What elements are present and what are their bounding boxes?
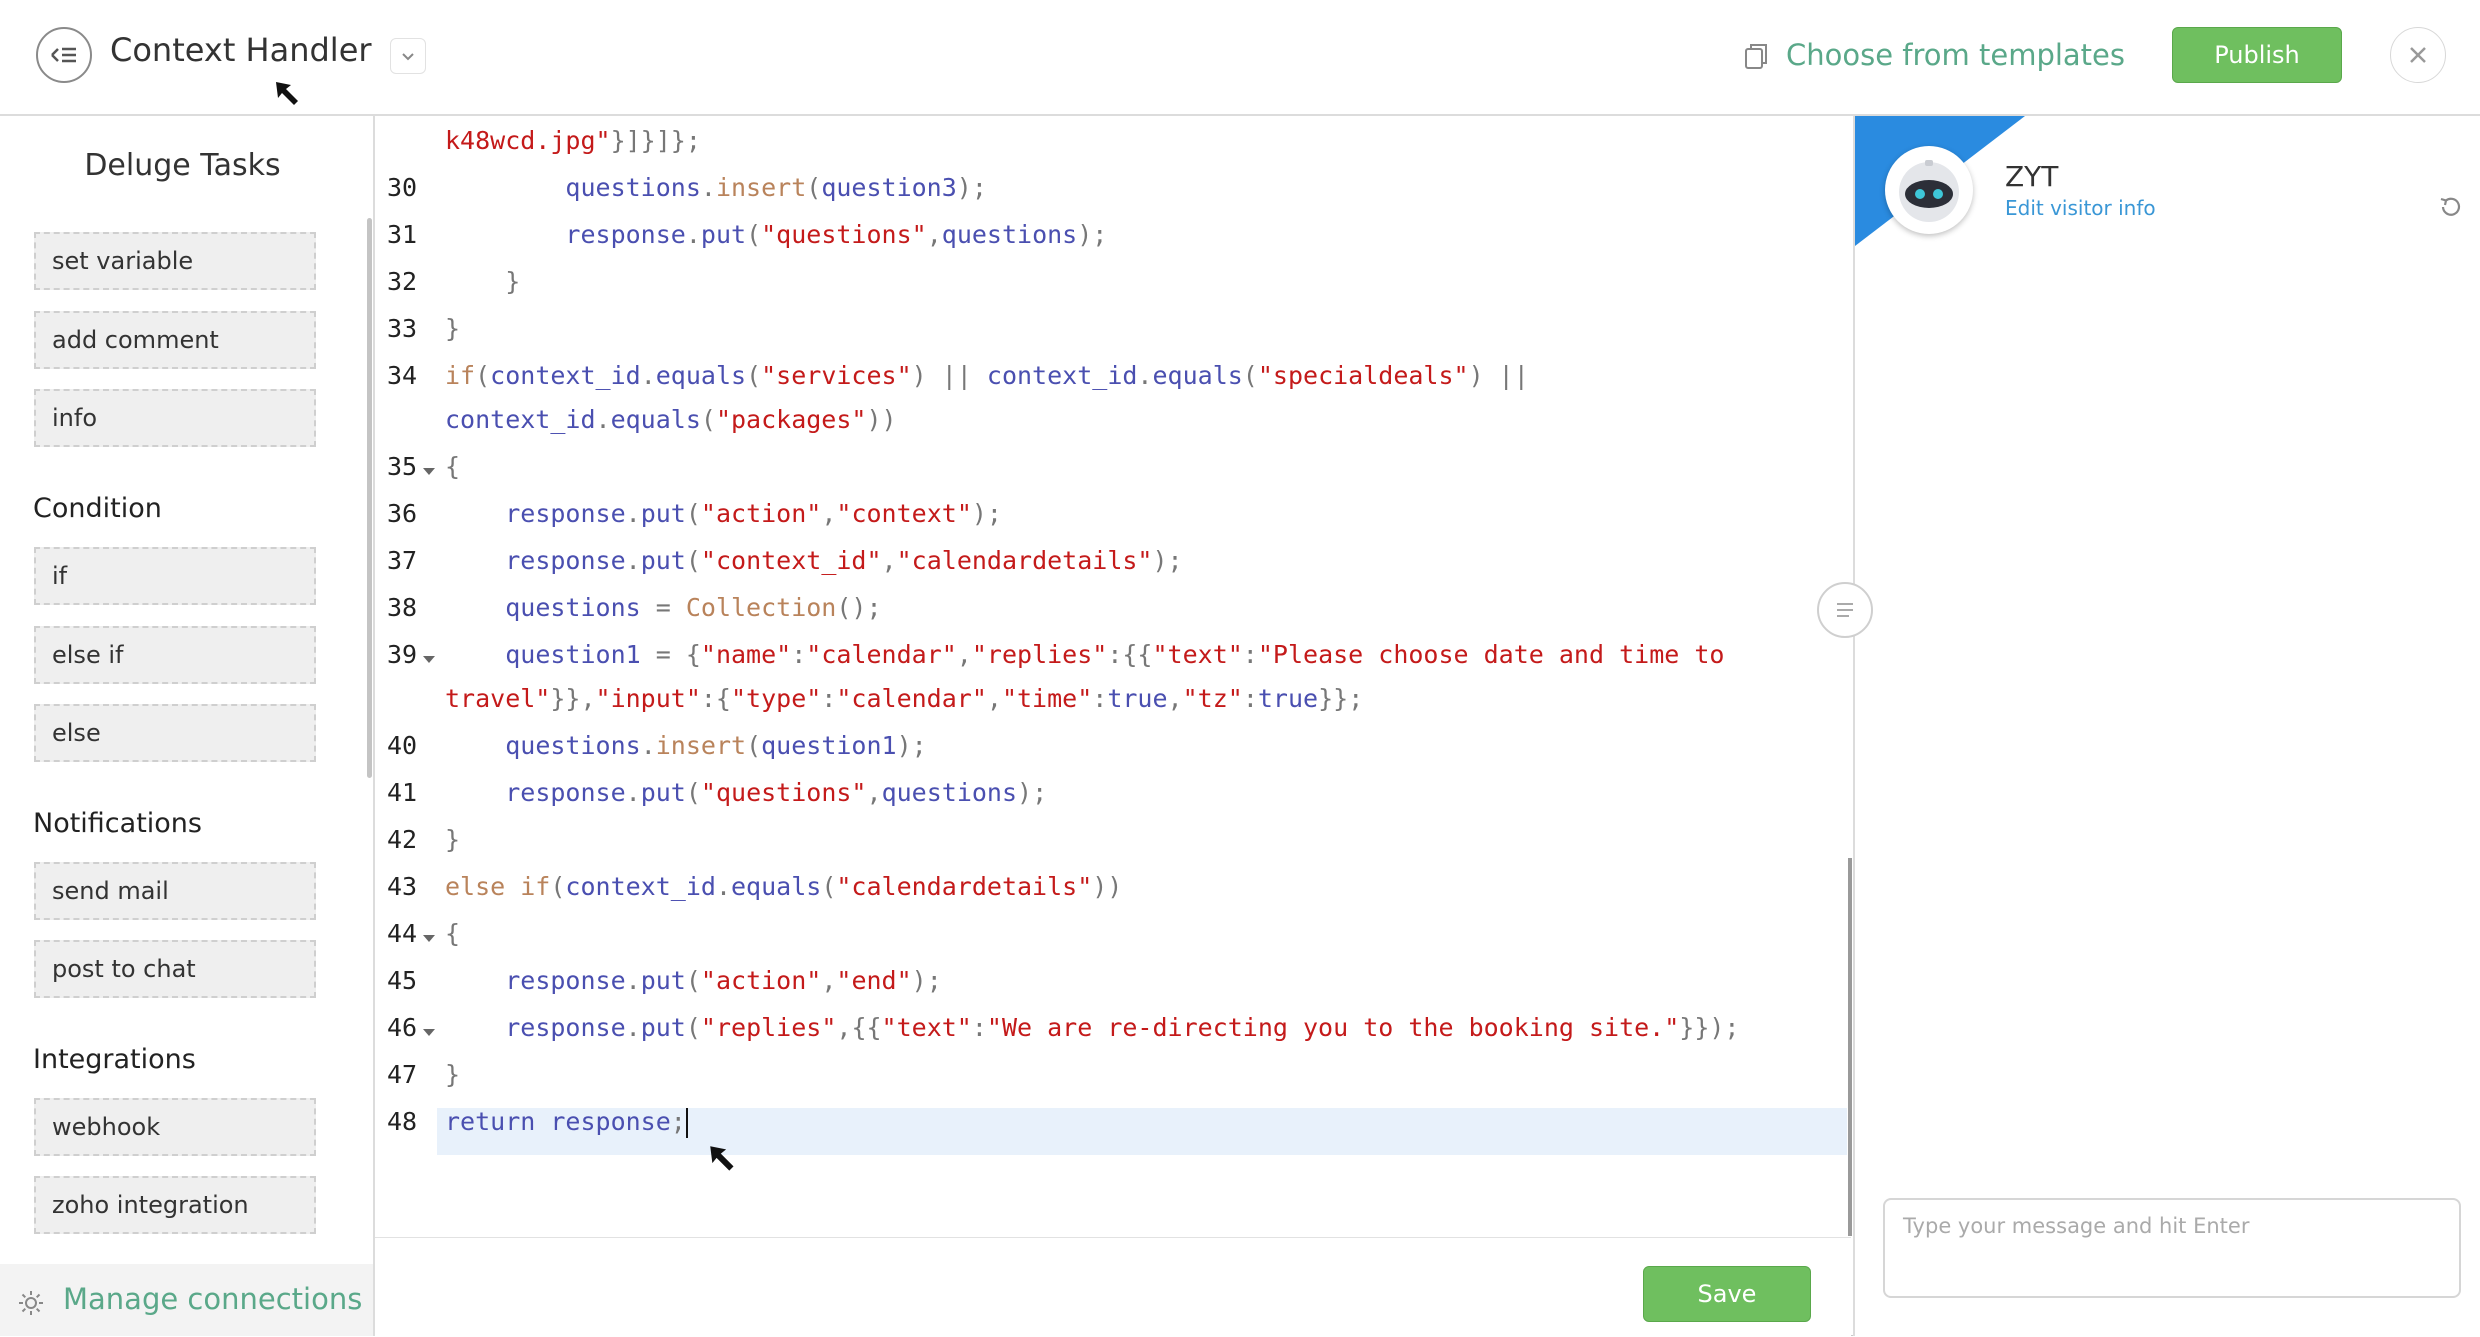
code-line: 38 questions = Collection(); <box>387 593 882 622</box>
title-dropdown-button[interactable] <box>390 38 426 74</box>
task-post-to-chat[interactable]: post to chat <box>34 940 316 998</box>
code-line: 35 { <box>387 452 461 481</box>
task-info[interactable]: info <box>34 389 316 447</box>
deluge-tasks-sidebar: Deluge Tasks set variable add comment in… <box>0 116 375 1336</box>
chat-preview-panel: ZYT Edit visitor info Type your message … <box>1817 116 2480 1336</box>
task-webhook[interactable]: webhook <box>34 1098 316 1156</box>
choose-templates-link[interactable]: Choose from templates <box>1786 38 2125 72</box>
gear-icon <box>19 1291 43 1315</box>
code-line: 42 } <box>387 825 461 854</box>
code-line: 45 response.put("action","end"); <box>387 966 942 995</box>
task-set-variable[interactable]: set variable <box>34 232 316 290</box>
task-else[interactable]: else <box>34 704 316 762</box>
chat-message-input[interactable]: Type your message and hit Enter <box>1883 1198 2461 1298</box>
task-add-comment[interactable]: add comment <box>34 311 316 369</box>
code-editor[interactable]: k48wcd.jpg"}]}]}; 30 questions.insert(qu… <box>375 116 1852 1236</box>
mouse-pointer-icon <box>276 82 298 105</box>
panel-resize-handle[interactable] <box>1817 582 1873 638</box>
group-condition: Condition <box>33 493 162 524</box>
bot-name: ZYT <box>2005 160 2059 193</box>
bot-avatar <box>1885 146 1973 234</box>
chevron-down-icon <box>402 53 414 61</box>
code-line: 34 if(context_id.equals("services") || c… <box>387 361 1529 390</box>
code-line: 48 return response; <box>387 1107 688 1138</box>
fold-arrow-icon[interactable] <box>423 1029 435 1036</box>
task-send-mail[interactable]: send mail <box>34 862 316 920</box>
code-line: 37 response.put("context_id","calendarde… <box>387 546 1183 575</box>
code-line: 44 { <box>387 919 461 948</box>
fold-arrow-icon[interactable] <box>423 656 435 663</box>
editor-footer: Save <box>375 1237 1851 1337</box>
code-line: 47 } <box>387 1060 461 1089</box>
refresh-icon[interactable] <box>2435 192 2465 222</box>
code-line: context_id.equals("packages")) <box>445 405 897 434</box>
code-line: 36 response.put("action","context"); <box>387 499 1002 528</box>
publish-button[interactable]: Publish <box>2172 27 2342 83</box>
manage-connections-bar[interactable]: Manage connections <box>0 1264 373 1336</box>
code-line: 46 response.put("replies",{{"text":"We a… <box>387 1013 1740 1042</box>
page-title: Context Handler <box>110 31 372 69</box>
template-icon <box>1745 44 1767 69</box>
close-icon <box>2410 47 2426 63</box>
mouse-pointer-icon <box>710 1146 734 1171</box>
sidebar-heading: Deluge Tasks <box>84 148 281 183</box>
fold-arrow-icon[interactable] <box>423 468 435 475</box>
code-line: k48wcd.jpg"}]}]}; <box>445 126 701 155</box>
editor-scrollbar[interactable] <box>1848 858 1852 1236</box>
code-line: 30 questions.insert(question3); <box>387 173 987 202</box>
fold-arrow-icon[interactable] <box>423 935 435 942</box>
code-line: 31 response.put("questions",questions); <box>387 220 1108 249</box>
task-if[interactable]: if <box>34 547 316 605</box>
back-menu-icon <box>51 47 76 63</box>
code-line: 41 response.put("questions",questions); <box>387 778 1048 807</box>
group-integrations: Integrations <box>33 1044 196 1075</box>
code-line: 43 else if(context_id.equals("calendarde… <box>387 872 1123 901</box>
code-line: 32 } <box>387 267 521 296</box>
code-line: travel"}},"input":{"type":"calendar","ti… <box>445 684 1364 713</box>
edit-visitor-info-link[interactable]: Edit visitor info <box>2005 196 2156 220</box>
text-cursor <box>685 1108 688 1138</box>
manage-connections-link[interactable]: Manage connections <box>63 1282 362 1316</box>
code-line: 33 } <box>387 314 461 343</box>
back-button[interactable] <box>36 27 92 83</box>
close-button[interactable] <box>2390 27 2446 83</box>
header-bar: Context Handler Choose from templates Pu… <box>0 0 2480 116</box>
group-notifications: Notifications <box>33 808 202 839</box>
robot-icon <box>1899 160 1959 222</box>
code-line: 40 questions.insert(question1); <box>387 731 927 760</box>
save-button[interactable]: Save <box>1643 1266 1811 1322</box>
code-line: 39 question1 = {"name":"calendar","repli… <box>387 640 1725 669</box>
task-else-if[interactable]: else if <box>34 626 316 684</box>
sidebar-scrollbar[interactable] <box>367 218 372 778</box>
task-zoho-integration[interactable]: zoho integration <box>34 1176 316 1234</box>
lines-icon <box>1837 603 1853 617</box>
